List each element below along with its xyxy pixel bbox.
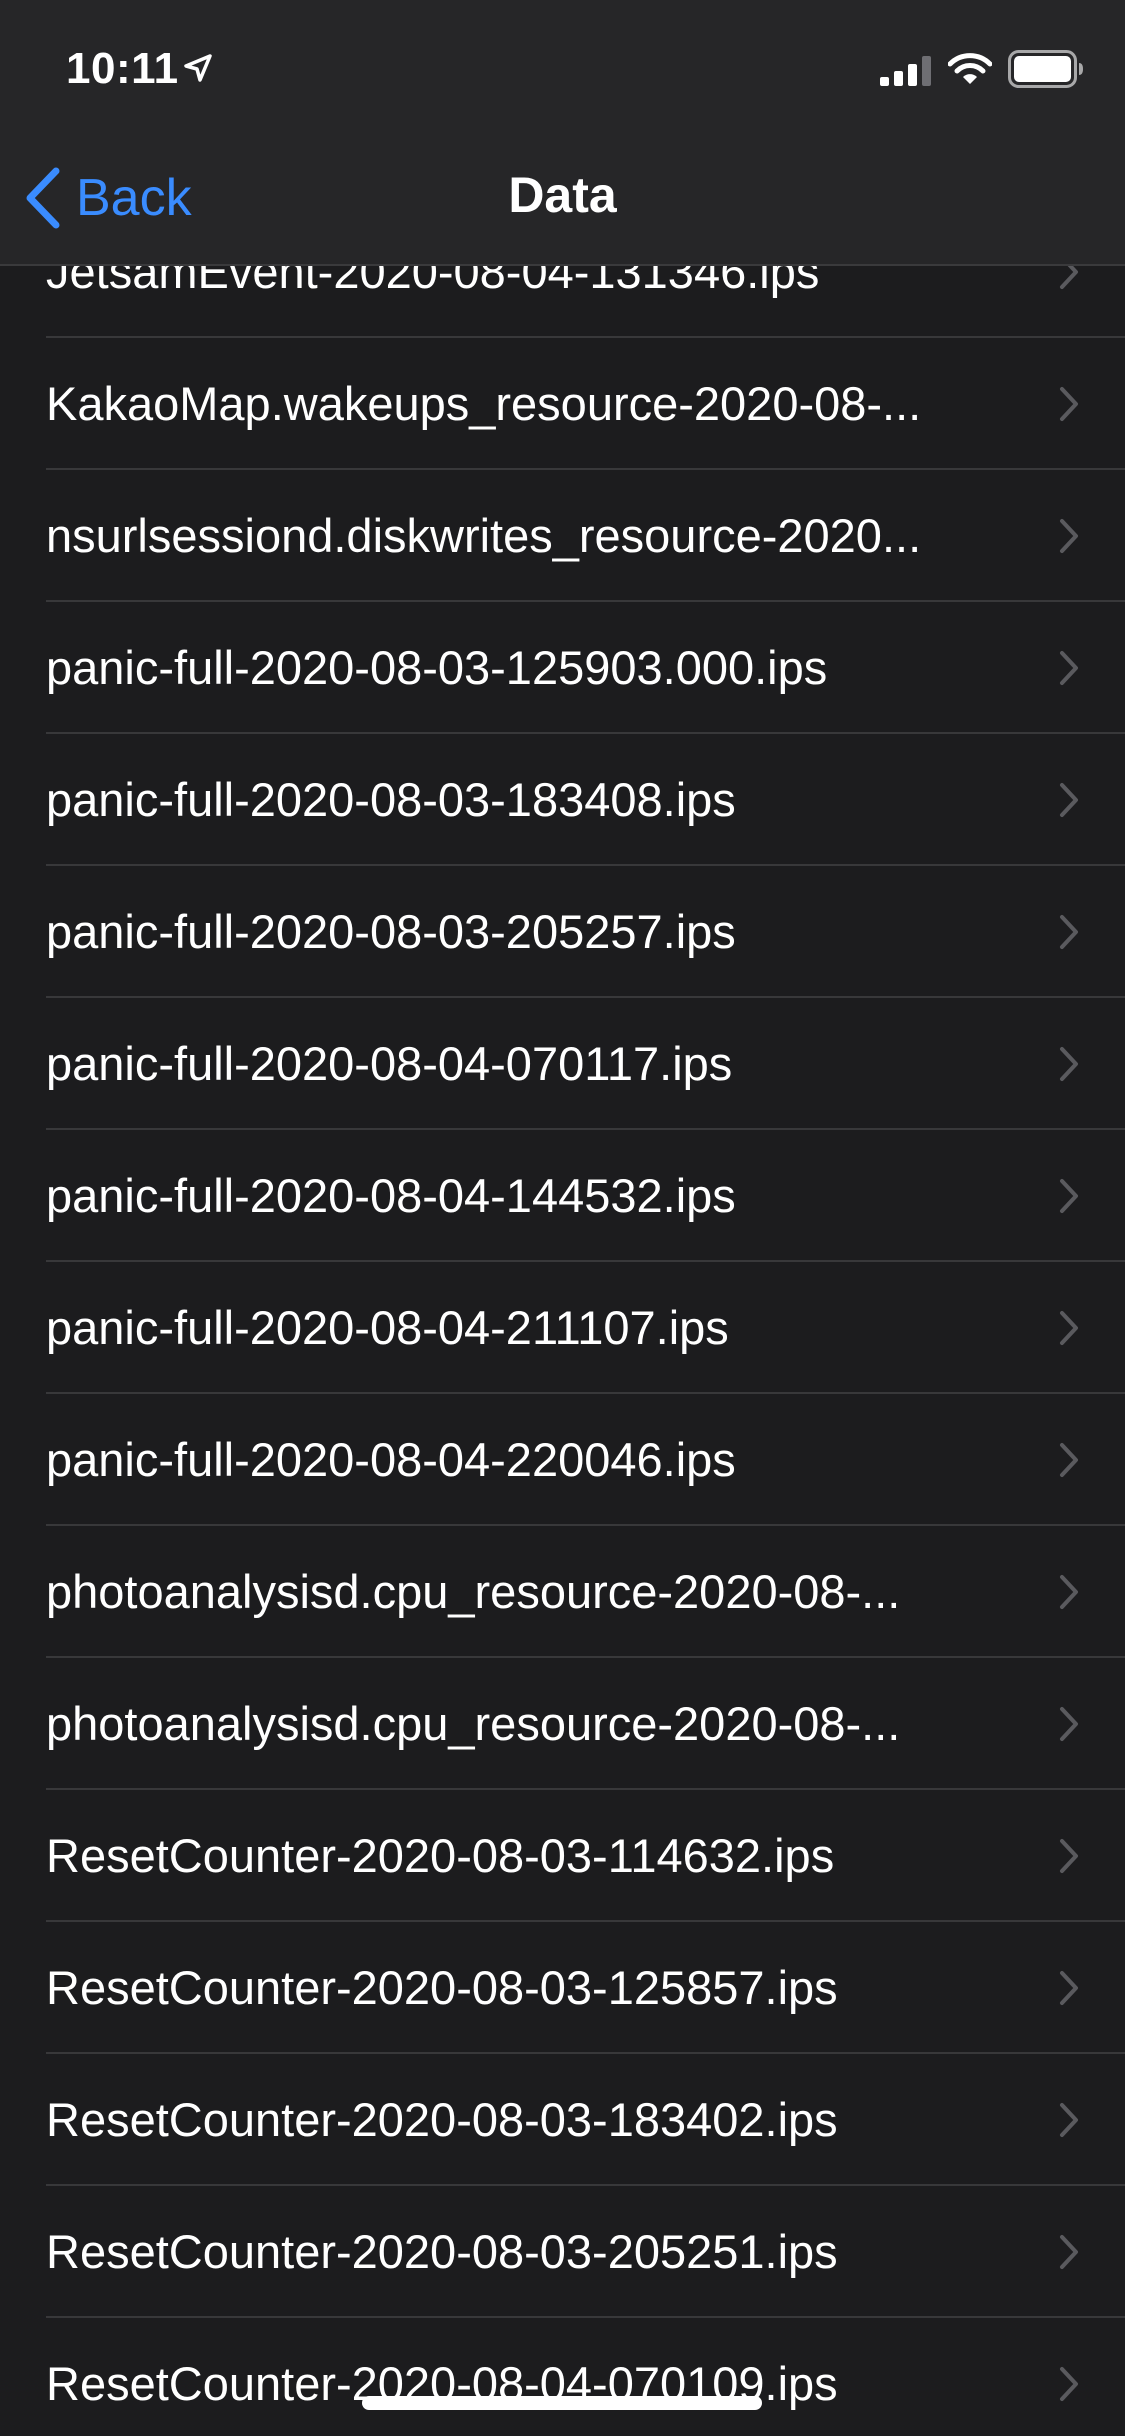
home-indicator[interactable]: [362, 2396, 762, 2410]
chevron-right-icon: [1059, 782, 1079, 818]
chevron-right-icon: [1059, 1046, 1079, 1082]
list-item-label: panic-full-2020-08-03-205257.ips: [46, 905, 736, 958]
chevron-right-icon: [1059, 1442, 1079, 1478]
list-item[interactable]: ResetCounter-2020-08-03-205251.ips: [0, 2186, 1125, 2318]
screen: JetsamEvent-2020-08-04-131346.ips KakaoMa…: [0, 0, 1125, 2436]
page-title: Data: [508, 167, 617, 223]
list-item-label: panic-full-2020-08-03-125903.000.ips: [46, 641, 828, 694]
list-item-label: KakaoMap.wakeups_resource-2020-08-...: [46, 377, 922, 430]
list-item[interactable]: panic-full-2020-08-04-070117.ips: [0, 998, 1125, 1130]
list-item-label: ResetCounter-2020-08-03-183402.ips: [46, 2093, 838, 2146]
list-item[interactable]: ResetCounter-2020-08-03-183402.ips: [0, 2054, 1125, 2186]
list-item[interactable]: ResetCounter-2020-08-04-070109.ips: [0, 2318, 1125, 2436]
list-item-label: ResetCounter-2020-08-03-114632.ips: [46, 1829, 835, 1882]
cellular-signal-icon: [880, 56, 932, 86]
list-item[interactable]: panic-full-2020-08-03-205257.ips: [0, 866, 1125, 998]
location-arrow-icon: [182, 52, 214, 84]
list-item-label: ResetCounter-2020-08-04-070109.ips: [46, 2357, 838, 2410]
list-item[interactable]: photoanalysisd.cpu_resource-2020-08-...: [0, 1658, 1125, 1790]
list-item[interactable]: photoanalysisd.cpu_resource-2020-08-...: [0, 1526, 1125, 1658]
list-item[interactable]: panic-full-2020-08-03-125903.000.ips: [0, 602, 1125, 734]
list-item[interactable]: panic-full-2020-08-04-144532.ips: [0, 1130, 1125, 1262]
chevron-right-icon: [1059, 914, 1079, 950]
file-list: JetsamEvent-2020-08-04-131346.ips KakaoMa…: [0, 206, 1125, 2436]
top-bar: 10:11 Back Data: [0, 0, 1125, 266]
list-item[interactable]: panic-full-2020-08-04-211107.ips: [0, 1262, 1125, 1394]
chevron-right-icon: [1059, 2102, 1079, 2138]
chevron-right-icon: [1059, 1838, 1079, 1874]
chevron-right-icon: [1059, 650, 1079, 686]
list-item[interactable]: panic-full-2020-08-03-183408.ips: [0, 734, 1125, 866]
battery-icon: [1008, 50, 1084, 88]
chevron-right-icon: [1059, 2366, 1079, 2402]
list-item-label: photoanalysisd.cpu_resource-2020-08-...: [46, 1565, 901, 1618]
list-item-label: panic-full-2020-08-03-183408.ips: [46, 773, 736, 826]
wifi-icon: [947, 52, 993, 86]
list-item-label: panic-full-2020-08-04-211107.ips: [46, 1301, 729, 1354]
list-item[interactable]: panic-full-2020-08-04-220046.ips: [0, 1394, 1125, 1526]
list-item[interactable]: nsurlsessiond.diskwrites_resource-2020..…: [0, 470, 1125, 602]
status-time: 10:11: [66, 44, 179, 93]
list-item-label: photoanalysisd.cpu_resource-2020-08-...: [46, 1697, 901, 1750]
list-item[interactable]: ResetCounter-2020-08-03-125857.ips: [0, 1922, 1125, 2054]
list-item[interactable]: ResetCounter-2020-08-03-114632.ips: [0, 1790, 1125, 1922]
list-item[interactable]: KakaoMap.wakeups_resource-2020-08-...: [0, 338, 1125, 470]
list-item-label: nsurlsessiond.diskwrites_resource-2020..…: [46, 509, 922, 562]
chevron-right-icon: [1059, 2234, 1079, 2270]
chevron-right-icon: [1059, 1706, 1079, 1742]
list-item-label: ResetCounter-2020-08-03-205251.ips: [46, 2225, 838, 2278]
list-item-label: panic-full-2020-08-04-070117.ips: [46, 1037, 733, 1090]
chevron-right-icon: [1059, 1970, 1079, 2006]
chevron-right-icon: [1059, 1310, 1079, 1346]
list-item-label: ResetCounter-2020-08-03-125857.ips: [46, 1961, 838, 2014]
list-item-label: panic-full-2020-08-04-220046.ips: [46, 1433, 736, 1486]
list-item-label: panic-full-2020-08-04-144532.ips: [46, 1169, 736, 1222]
chevron-right-icon: [1059, 386, 1079, 422]
chevron-right-icon: [1059, 1178, 1079, 1214]
chevron-right-icon: [1059, 1574, 1079, 1610]
chevron-right-icon: [1059, 518, 1079, 554]
